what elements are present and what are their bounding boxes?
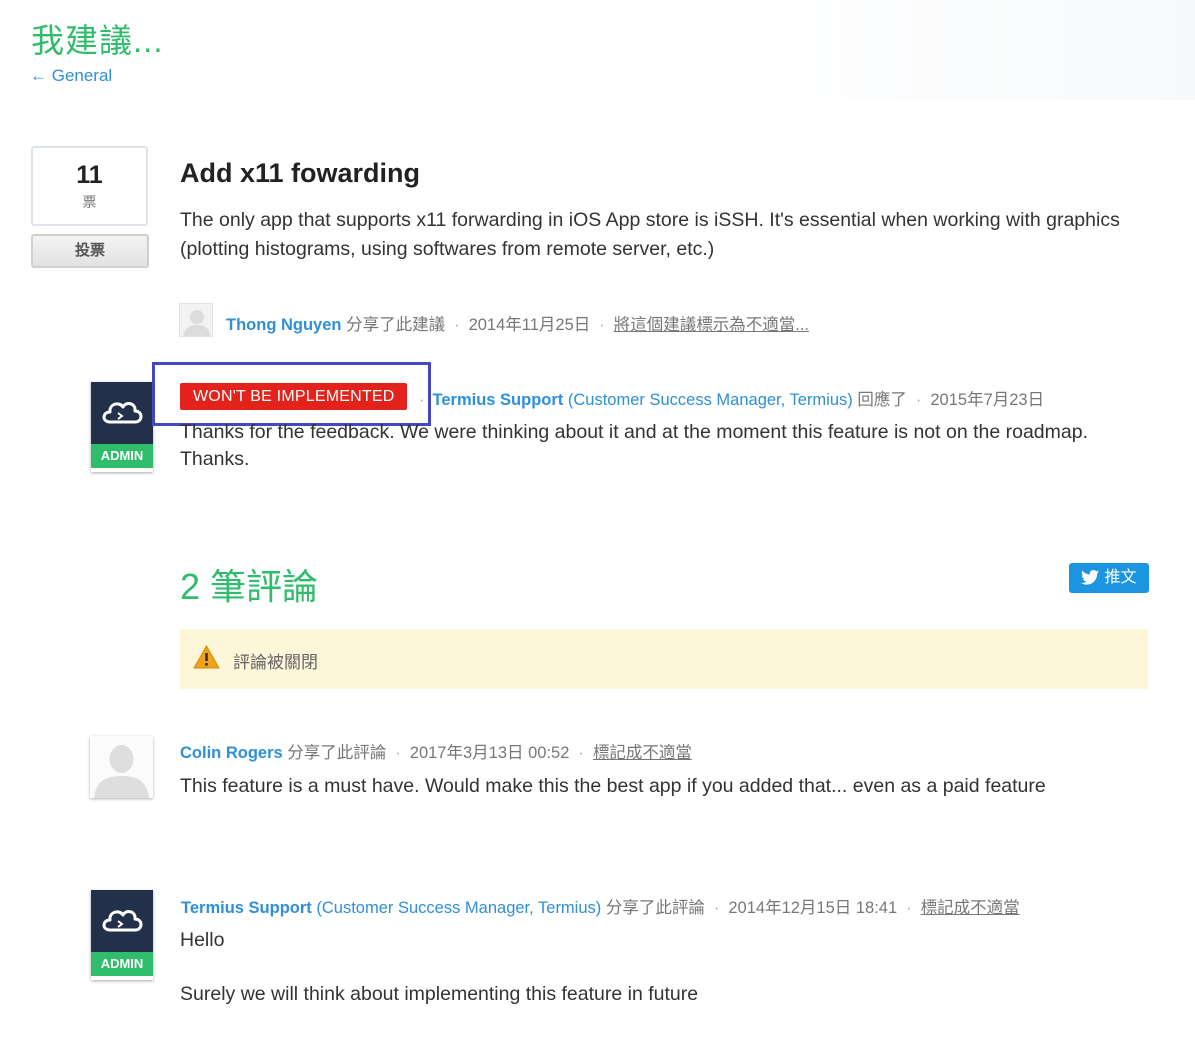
separator-dot: · (599, 316, 605, 334)
status-highlight-box (152, 362, 431, 426)
comments-closed-text: 評論被關閉 (233, 653, 318, 672)
tweet-label: 推文 (1104, 569, 1137, 586)
header-band (0, 0, 1195, 100)
vote-count-box: 11 票 (31, 146, 148, 226)
admin-badge: ADMIN (91, 444, 153, 468)
idea-meta: Thong Nguyen 分享了此建議 · 2014年11月25日 · 將這個建議標示為… (226, 311, 809, 335)
idea-author-link[interactable]: Thong Nguyen (226, 316, 341, 334)
separator-dot: · (419, 391, 425, 409)
commenter-avatar[interactable] (90, 736, 153, 798)
response-text: Thanks for the feedback. We were thinkin… (180, 421, 1088, 470)
flag-idea-link[interactable]: 將這個建議標示為不適當... (614, 316, 809, 334)
comment-text: Hello (180, 929, 225, 951)
admin-avatar[interactable]: ADMIN (91, 382, 153, 472)
twitter-bird-icon (1081, 570, 1100, 585)
idea-shared-text: 分享了此建議 (346, 316, 446, 334)
comments-heading: 2 筆評論 (180, 566, 319, 607)
response-date: 2015年7月23日 (930, 391, 1045, 409)
idea-description: The only app that supports x11 forwardin… (180, 209, 1120, 260)
idea-date: 2014年11月25日 (468, 316, 591, 334)
response-action: 回應了 (857, 391, 907, 409)
back-to-general-link[interactable]: ← General (30, 66, 112, 86)
admin-avatar[interactable]: ADMIN (91, 890, 153, 980)
vote-button[interactable]: 投票 (31, 234, 149, 268)
comment-shared-text: 分享了此評論 (287, 744, 387, 762)
response-author-link[interactable]: Termius Support (433, 391, 564, 409)
comment-author-role: (Customer Success Manager, Termius) (316, 899, 602, 917)
separator-dot: · (454, 316, 460, 334)
comments-closed-notice: 評論被關閉 (180, 629, 1148, 689)
separator-dot: · (906, 899, 912, 917)
termius-logo-icon (91, 382, 153, 444)
separator-dot: · (915, 391, 922, 409)
comment-shared-text: 分享了此評論 (605, 899, 705, 917)
termius-logo-icon (91, 890, 153, 952)
flag-comment-link[interactable]: 標記成不適當 (593, 744, 692, 762)
user-placeholder-icon (94, 745, 149, 798)
flag-comment-link[interactable]: 標記成不適當 (921, 899, 1020, 917)
separator-dot: · (395, 744, 401, 762)
comment-text: Surely we will think about implementing … (180, 983, 699, 1005)
idea-title: Add x11 fowarding (180, 158, 421, 188)
page-title: 我建議... (31, 22, 164, 59)
author-avatar[interactable] (179, 303, 213, 337)
comment-meta: Termius Support (Customer Success Manage… (181, 894, 1020, 918)
comment-meta: Colin Rogers 分享了此評論 · 2017年3月13日 00:52 · 標記成… (180, 739, 692, 763)
separator-dot: · (713, 899, 720, 917)
comment-author-link[interactable]: Colin Rogers (180, 744, 283, 762)
user-placeholder-icon (183, 310, 211, 336)
warning-icon (193, 645, 220, 669)
comment-date: 2017年3月13日 00:52 (409, 744, 570, 762)
vote-unit: 票 (82, 194, 97, 210)
comment-date: 2014年12月15日 18:41 (728, 899, 898, 917)
comment-text: This feature is a must have. Would make … (180, 775, 1046, 797)
comment-author-link[interactable]: Termius Support (181, 899, 312, 917)
response-meta: · Termius Support (Customer Success Manag… (419, 386, 1044, 410)
admin-badge: ADMIN (91, 952, 153, 976)
response-author-role: (Customer Success Manager, Termius) (567, 391, 853, 409)
separator-dot: · (578, 744, 584, 762)
tweet-button[interactable]: 推文 (1069, 563, 1149, 593)
vote-count: 11 (76, 161, 103, 189)
